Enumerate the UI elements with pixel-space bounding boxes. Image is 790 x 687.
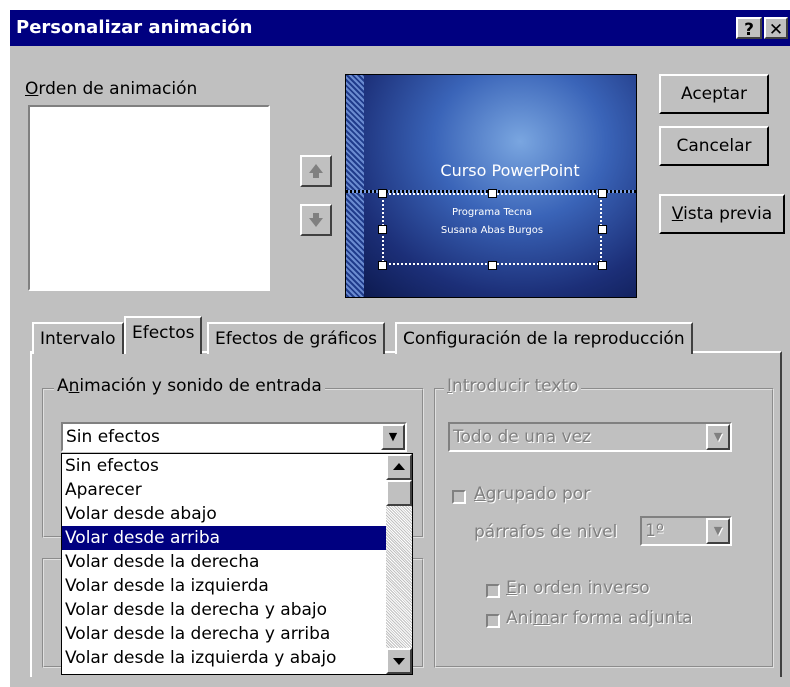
move-down-button[interactable] — [300, 204, 332, 236]
paragraph-level-combo[interactable]: 1º ▼ — [640, 516, 732, 546]
customize-animation-dialog: Personalizar animación ? ✕ Orden de anim… — [8, 8, 790, 687]
grouped-by-checkbox[interactable] — [452, 490, 466, 504]
scroll-down-button[interactable] — [386, 648, 412, 674]
reverse-order-checkbox[interactable] — [486, 584, 500, 598]
preview-hatch-band — [346, 75, 364, 297]
introduce-text-label: Introducir texto — [444, 376, 582, 396]
selection-handle — [488, 261, 497, 270]
introduce-text-combo[interactable]: Todo de una vez ▼ — [448, 422, 732, 452]
combo-dropdown-button[interactable]: ▼ — [381, 424, 405, 450]
accept-button[interactable]: Aceptar — [659, 74, 769, 114]
effect-option[interactable]: Volar desde la derecha — [62, 550, 412, 574]
reverse-order-label: En orden inverso — [506, 578, 650, 598]
effect-option[interactable]: Volar desde la izquierda y abajo — [62, 646, 412, 670]
animate-shape-checkbox[interactable] — [486, 614, 500, 628]
effect-option[interactable]: Sin efectos — [62, 454, 412, 478]
effect-option-selected[interactable]: Volar desde arriba — [62, 526, 412, 550]
close-button[interactable]: ✕ — [764, 17, 788, 40]
selection-handle — [488, 189, 497, 198]
preview-slide-title: Curso PowerPoint — [440, 161, 580, 180]
preview-selection-box: Programa Tecna Susana Abas Burgos — [382, 193, 602, 265]
preview-line-1: Programa Tecna — [451, 207, 533, 218]
selection-handle — [378, 225, 387, 234]
selection-handle — [598, 189, 607, 198]
effect-option[interactable]: Volar desde la derecha y arriba — [62, 622, 412, 646]
entry-animation-label: Animación y sonido de entrada — [54, 376, 325, 396]
paragraph-level-label: párrafos de nivel — [474, 522, 618, 542]
effect-option[interactable]: Volar desde la derecha y abajo — [62, 598, 412, 622]
grouped-by-label: Agrupado por — [474, 484, 591, 504]
selection-handle — [598, 225, 607, 234]
animation-order-label: Orden de animación — [25, 79, 198, 99]
title-bar[interactable]: Personalizar animación ? ✕ — [10, 10, 790, 46]
move-up-button[interactable] — [300, 155, 332, 187]
cancel-button[interactable]: Cancelar — [659, 126, 769, 166]
paragraph-level-value: 1º — [645, 521, 664, 541]
entry-effect-value: Sin efectos — [66, 427, 160, 447]
tab-timing[interactable]: Intervalo — [32, 322, 124, 354]
arrow-down-icon — [309, 213, 323, 227]
animation-order-list[interactable] — [28, 105, 270, 291]
tab-playback-settings[interactable]: Configuración de la reproducción — [395, 322, 693, 354]
scroll-down-arrow-icon — [393, 658, 405, 665]
effect-option[interactable]: Volar desde la izquierda — [62, 574, 412, 598]
combo-dropdown-button[interactable]: ▼ — [706, 424, 730, 450]
combo-dropdown-button[interactable]: ▼ — [706, 518, 730, 544]
scroll-up-arrow-icon — [393, 463, 405, 470]
scroll-up-button[interactable] — [386, 454, 412, 480]
selection-handle — [598, 261, 607, 270]
introduce-text-value: Todo de una vez — [453, 427, 591, 447]
dropdown-scrollbar[interactable] — [386, 454, 412, 674]
animate-shape-label: Animar forma adjunta — [506, 608, 693, 628]
preview-line-2: Susana Abas Burgos — [440, 225, 544, 236]
arrow-up-icon — [309, 164, 323, 178]
entry-effect-dropdown[interactable]: Sin efectos Aparecer Volar desde abajo V… — [61, 453, 413, 675]
scroll-thumb[interactable] — [386, 480, 412, 506]
slide-preview: Curso PowerPoint Programa Tecna Susana A… — [345, 74, 637, 298]
entry-effect-combo[interactable]: Sin efectos ▼ — [61, 422, 407, 452]
tab-chart-effects[interactable]: Efectos de gráficos — [207, 322, 386, 354]
selection-handle — [378, 261, 387, 270]
effect-option[interactable]: Aparecer — [62, 478, 412, 502]
effect-option[interactable]: Volar desde abajo — [62, 502, 412, 526]
tab-effects[interactable]: Efectos — [124, 316, 203, 354]
preview-button[interactable]: Vista previa — [659, 194, 785, 234]
help-button[interactable]: ? — [736, 17, 762, 40]
window-title: Personalizar animación — [16, 17, 253, 38]
selection-handle — [378, 189, 387, 198]
